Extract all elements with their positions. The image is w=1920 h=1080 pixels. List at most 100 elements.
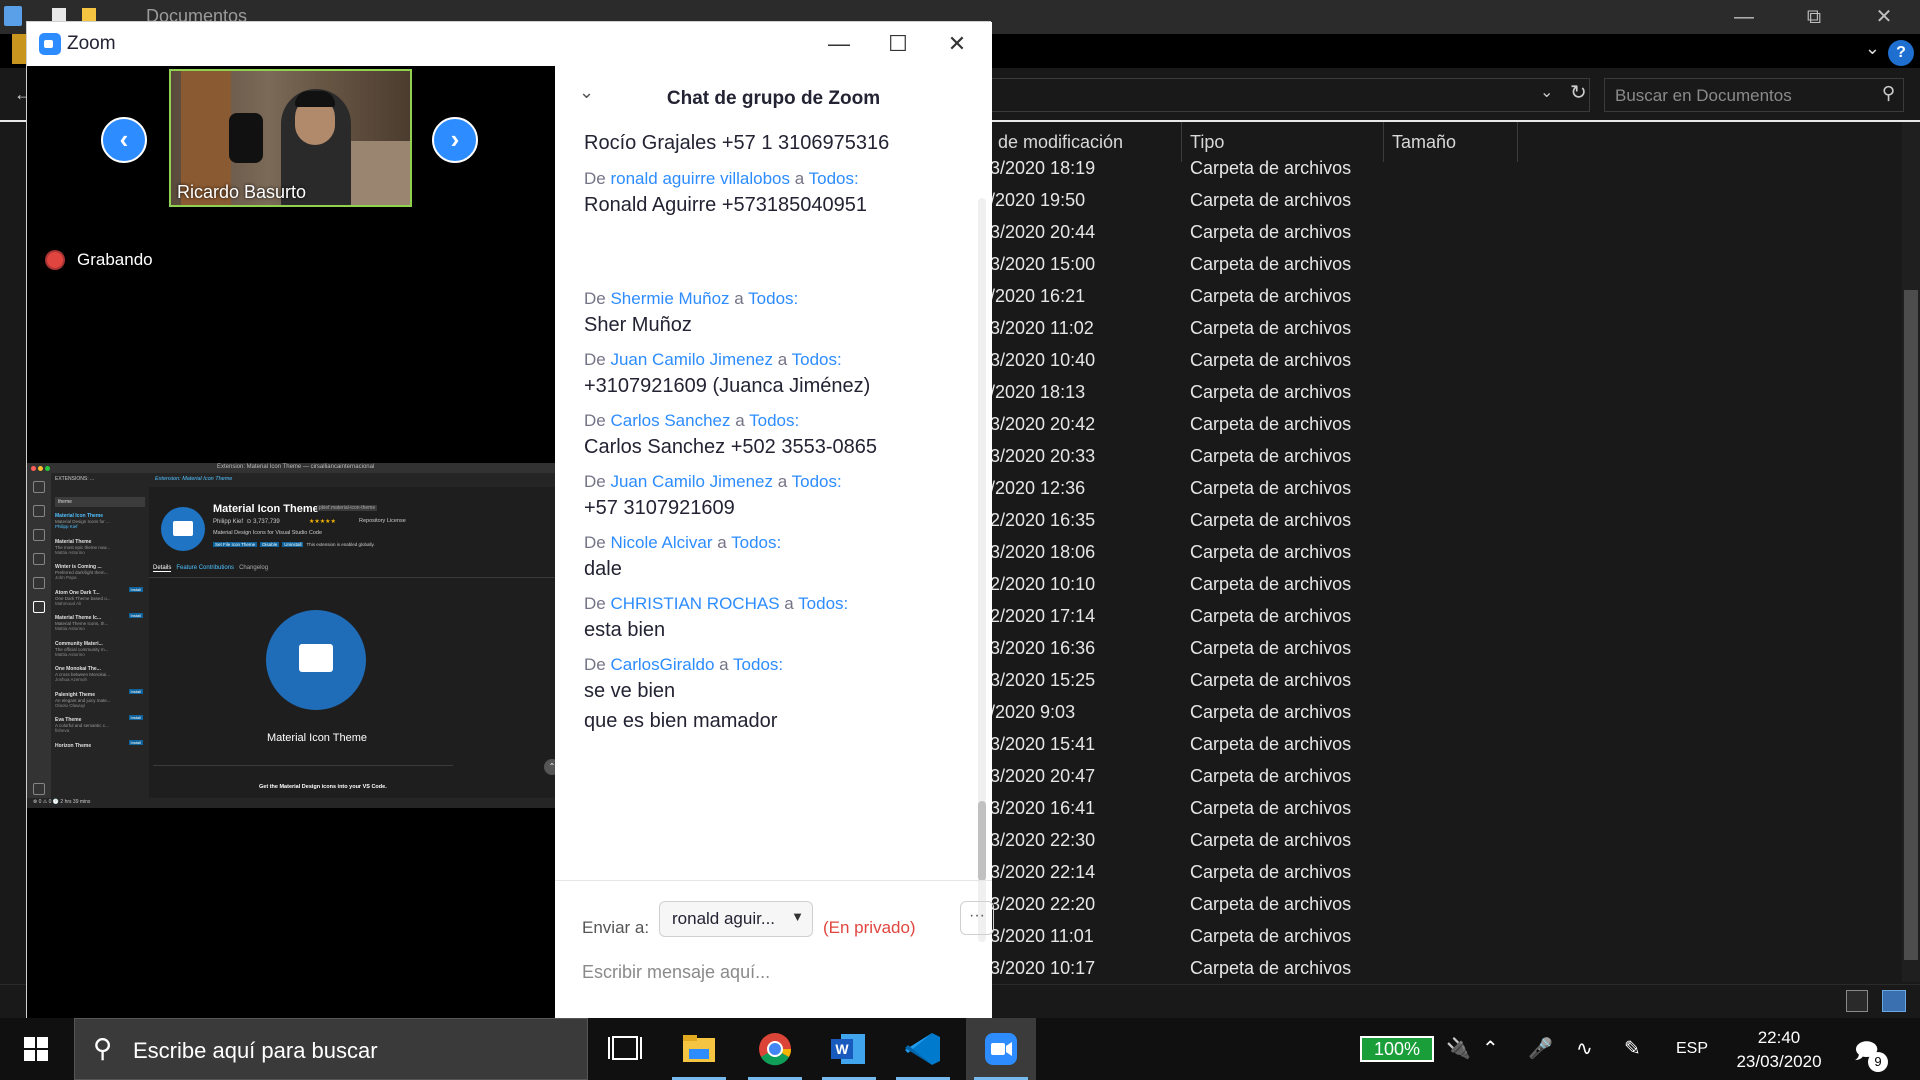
file-type: Carpeta de archivos [1190, 926, 1352, 946]
file-row[interactable]: /2020 9:03 Carpeta de archivos [990, 700, 1910, 732]
chat-sender[interactable]: Juan Camilo Jimenez [610, 472, 773, 491]
chat-message-list[interactable]: Rocío Grajales +57 1 3106975316 De ronal… [555, 120, 975, 880]
file-row[interactable]: 3/2020 18:19 Carpeta de archivos [990, 156, 1910, 188]
file-row[interactable]: 3/2020 15:41 Carpeta de archivos [990, 732, 1910, 764]
chat-message: De Shermie Muñoz a Todos: Sher Muñoz [584, 288, 974, 340]
file-type: Carpeta de archivos [1190, 702, 1352, 722]
close-icon[interactable]: ✕ [1856, 2, 1912, 32]
chat-recipient: Todos: [748, 289, 799, 308]
chat-sender[interactable]: CHRISTIAN ROCHAS [610, 594, 779, 613]
chat-message-input[interactable]: Escribir mensaje aquí... [582, 962, 770, 983]
file-row[interactable]: 3/2020 22:14 Carpeta de archivos [990, 860, 1910, 892]
file-row[interactable]: /2020 19:50 Carpeta de archivos [990, 188, 1910, 220]
refresh-icon[interactable]: ↻ [1570, 80, 1587, 105]
file-type: Carpeta de archivos [1190, 798, 1352, 818]
details-view-icon[interactable] [1846, 990, 1868, 1012]
file-row[interactable]: 3/2020 16:41 Carpeta de archivos [990, 796, 1910, 828]
chevron-down-icon[interactable]: ⌄ [579, 82, 594, 103]
address-bar[interactable] [990, 78, 1590, 112]
file-row[interactable]: 2/2020 10:10 Carpeta de archivos [990, 572, 1910, 604]
chat-sender[interactable]: ronald aguirre villalobos [610, 169, 790, 188]
chevron-up-icon[interactable]: ⌃ [1482, 1036, 1499, 1061]
debug-icon [33, 553, 45, 565]
help-icon[interactable]: ? [1888, 40, 1914, 66]
file-row[interactable]: 3/2020 20:33 Carpeta de archivos [990, 444, 1910, 476]
file-row[interactable]: 3/2020 11:01 Carpeta de archivos [990, 924, 1910, 956]
ribbon-collapse-icon[interactable]: ⌄ [1865, 38, 1880, 59]
file-row[interactable]: 3/2020 18:06 Carpeta de archivos [990, 540, 1910, 572]
file-type: Carpeta de archivos [1190, 510, 1352, 530]
chat-message-header: De CHRISTIAN ROCHAS a Todos: [584, 594, 849, 613]
search-icon [33, 505, 45, 517]
file-row[interactable]: 3/2020 20:42 Carpeta de archivos [990, 412, 1910, 444]
file-row[interactable]: 3/2020 15:00 Carpeta de archivos [990, 252, 1910, 284]
file-row[interactable]: 3/2020 20:44 Carpeta de archivos [990, 220, 1910, 252]
recording-icon [47, 252, 63, 268]
chat-sender[interactable]: Juan Camilo Jimenez [610, 350, 773, 369]
minimize-icon[interactable]: — [1716, 2, 1772, 32]
send-to-label: Enviar a: [582, 918, 650, 937]
file-date-modified: 3/2020 10:40 [990, 350, 1096, 370]
file-row[interactable]: 2/2020 16:35 Carpeta de archivos [990, 508, 1910, 540]
microphone-icon[interactable]: 🎤 [1528, 1036, 1553, 1061]
file-row[interactable]: /2020 18:13 Carpeta de archivos [990, 380, 1910, 412]
file-type: Carpeta de archivos [1190, 446, 1352, 466]
chat-sender[interactable]: CarlosGiraldo [610, 655, 714, 674]
file-type: Carpeta de archivos [1190, 414, 1352, 434]
file-row[interactable]: /2020 16:21 Carpeta de archivos [990, 284, 1910, 316]
chat-message-header: De ronald aguirre villalobos a Todos: [584, 169, 859, 188]
recipient-dropdown[interactable]: ronald aguir... ▼ [659, 901, 813, 937]
chrome-icon[interactable] [740, 1018, 810, 1080]
chat-recipient: Todos: [798, 594, 849, 613]
video-area: ‹ Ricardo Basurto › Grabando Extension: … [27, 66, 555, 1022]
explorer-scrollbar-thumb[interactable] [1904, 290, 1918, 960]
chat-scrollbar-thumb[interactable] [978, 801, 986, 881]
file-row[interactable]: 3/2020 20:47 Carpeta de archivos [990, 764, 1910, 796]
file-date-modified: 3/2020 16:41 [990, 798, 1096, 818]
pen-icon[interactable]: ✎ [1624, 1036, 1641, 1061]
close-icon[interactable]: ✕ [931, 26, 983, 62]
explorer-search-input[interactable]: Buscar en Documentos ⚲ [1604, 78, 1904, 112]
file-row[interactable]: 3/2020 11:02 Carpeta de archivos [990, 316, 1910, 348]
file-type: Carpeta de archivos [1190, 542, 1352, 562]
file-row[interactable]: 3/2020 22:30 Carpeta de archivos [990, 828, 1910, 860]
vscode-icon[interactable] [888, 1018, 958, 1080]
file-row[interactable]: 3/2020 22:20 Carpeta de archivos [990, 892, 1910, 924]
file-row[interactable]: 3/2020 16:36 Carpeta de archivos [990, 636, 1910, 668]
large-icons-view-icon[interactable] [1882, 990, 1906, 1012]
explorer-app-icon[interactable] [4, 6, 22, 26]
task-view-icon[interactable] [590, 1018, 660, 1080]
next-page-icon[interactable]: › [432, 117, 478, 163]
file-row[interactable]: 3/2020 10:40 Carpeta de archivos [990, 348, 1910, 380]
restore-icon[interactable]: ⧉ [1786, 2, 1842, 32]
wifi-icon[interactable]: ∿ [1576, 1036, 1593, 1061]
prev-page-icon[interactable]: ‹ [101, 117, 147, 163]
chat-sender[interactable]: Carlos Sanchez [610, 411, 730, 430]
chat-recipient: Todos: [791, 350, 842, 369]
file-row[interactable]: 2/2020 17:14 Carpeta de archivos [990, 604, 1910, 636]
battery-indicator[interactable]: 100% [1360, 1036, 1434, 1062]
chat-sender[interactable]: Shermie Muñoz [610, 289, 729, 308]
minimize-icon[interactable]: — [813, 26, 865, 62]
power-plug-icon[interactable]: 🔌 [1446, 1036, 1471, 1061]
clock[interactable]: 22:40 23/03/2020 [1724, 1026, 1834, 1074]
participant-video-thumbnail[interactable]: Ricardo Basurto [169, 69, 412, 207]
chat-message: De Carlos Sanchez a Todos: Carlos Sanchez… [584, 410, 974, 462]
file-row[interactable]: 3/2020 15:25 Carpeta de archivos [990, 668, 1910, 700]
chat-message-text: Carlos Sanchez +502 3553-0865 [584, 436, 877, 458]
start-button[interactable] [0, 1018, 72, 1080]
ribbon-file-tab[interactable] [12, 34, 26, 64]
taskbar-search-box[interactable]: ⚲ Escribe aquí para buscar [74, 1018, 588, 1080]
chat-sender[interactable]: Nicole Alcivar [610, 533, 712, 552]
zoom-app-icon[interactable] [966, 1018, 1036, 1080]
maximize-icon[interactable]: ☐ [872, 26, 924, 62]
more-options-button[interactable]: ··· [960, 901, 994, 935]
shared-screen: Extension: Material Icon Theme — cirsall… [27, 463, 555, 808]
file-explorer-icon[interactable] [664, 1018, 734, 1080]
address-dropdown-icon[interactable]: ⌄ [1540, 82, 1553, 102]
file-date-modified: 3/2020 16:36 [990, 638, 1096, 658]
word-icon[interactable]: W [814, 1018, 884, 1080]
input-language[interactable]: ESP [1676, 1040, 1708, 1058]
file-row[interactable]: /2020 12:36 Carpeta de archivos [990, 476, 1910, 508]
svg-text:W: W [835, 1041, 849, 1057]
